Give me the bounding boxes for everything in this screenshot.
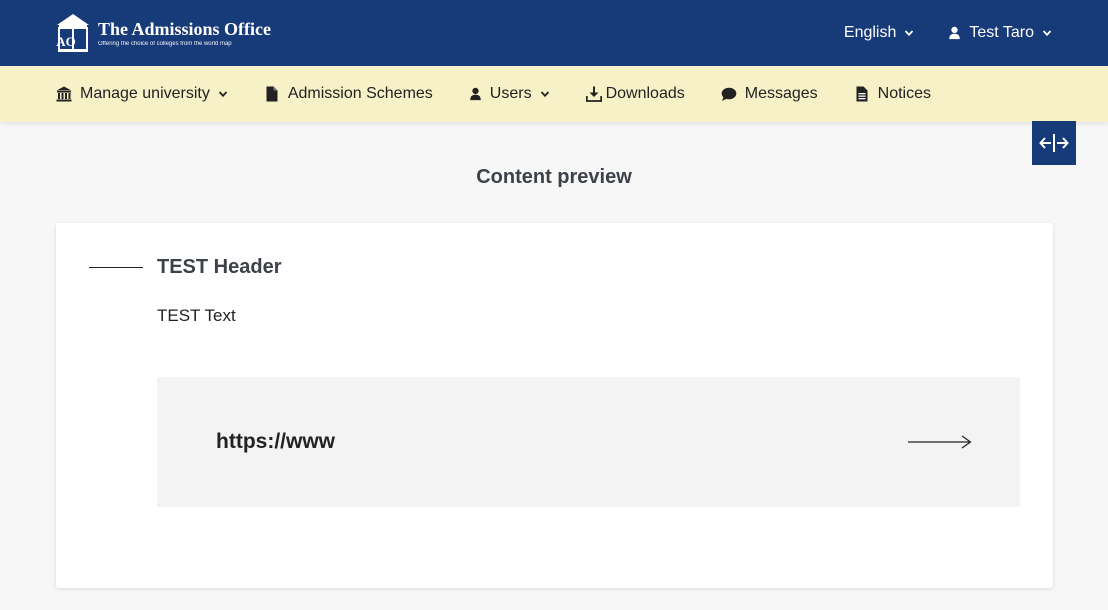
content-preview-card: TEST Header TEST Text https://www [56,223,1053,588]
user-icon [949,26,961,40]
document-icon [266,86,278,102]
main-navigation: Manage university Admission Schemes User… [0,66,1108,122]
nav-messages[interactable]: Messages [721,85,818,103]
language-label: English [843,24,897,41]
chevron-down-icon [540,91,549,98]
brand[interactable]: AO The Admissions Office Offering the ch… [56,13,271,53]
expand-horizontal-icon [1039,134,1069,152]
nav-admission-schemes[interactable]: Admission Schemes [264,85,433,103]
content-text: TEST Text [157,306,236,325]
admissions-office-logo: AO [56,14,89,52]
user-dropdown[interactable]: Test Taro [948,24,1052,42]
nav-label: Admission Schemes [287,85,433,102]
university-icon [56,86,72,102]
content-header: TEST Header [157,256,282,278]
nav-manage-university[interactable]: Manage university [56,85,228,103]
brand-title: The Admissions Office [98,18,272,39]
nav-notices[interactable]: Notices [854,85,931,103]
link-url[interactable]: https://www [216,430,335,454]
page-title: Content preview [476,166,632,188]
comment-icon [721,87,737,101]
chevron-down-icon [1042,30,1052,37]
nav-label: Manage university [80,85,210,102]
link-card[interactable]: https://www [157,377,1020,507]
nav-label: Users [489,85,532,102]
brand-tagline: Offering the choice of colleges from the… [98,40,232,47]
user-icon [470,87,481,101]
nav-users[interactable]: Users [469,85,550,103]
notice-icon [856,86,868,102]
top-header: AO The Admissions Office Offering the ch… [0,0,1108,66]
nav-label: Messages [744,85,818,102]
download-icon [585,86,602,102]
header-rule [89,267,143,268]
svg-text:AO: AO [56,34,76,49]
language-dropdown[interactable]: English [844,24,914,42]
nav-label: Notices [877,85,932,102]
chevron-down-icon [905,30,914,37]
user-name: Test Taro [969,24,1034,41]
chevron-down-icon [218,91,228,98]
arrow-right-icon [908,435,972,449]
nav-downloads[interactable]: Downloads [585,85,685,103]
nav-label: Downloads [605,85,685,102]
expand-width-button[interactable] [1032,121,1076,165]
